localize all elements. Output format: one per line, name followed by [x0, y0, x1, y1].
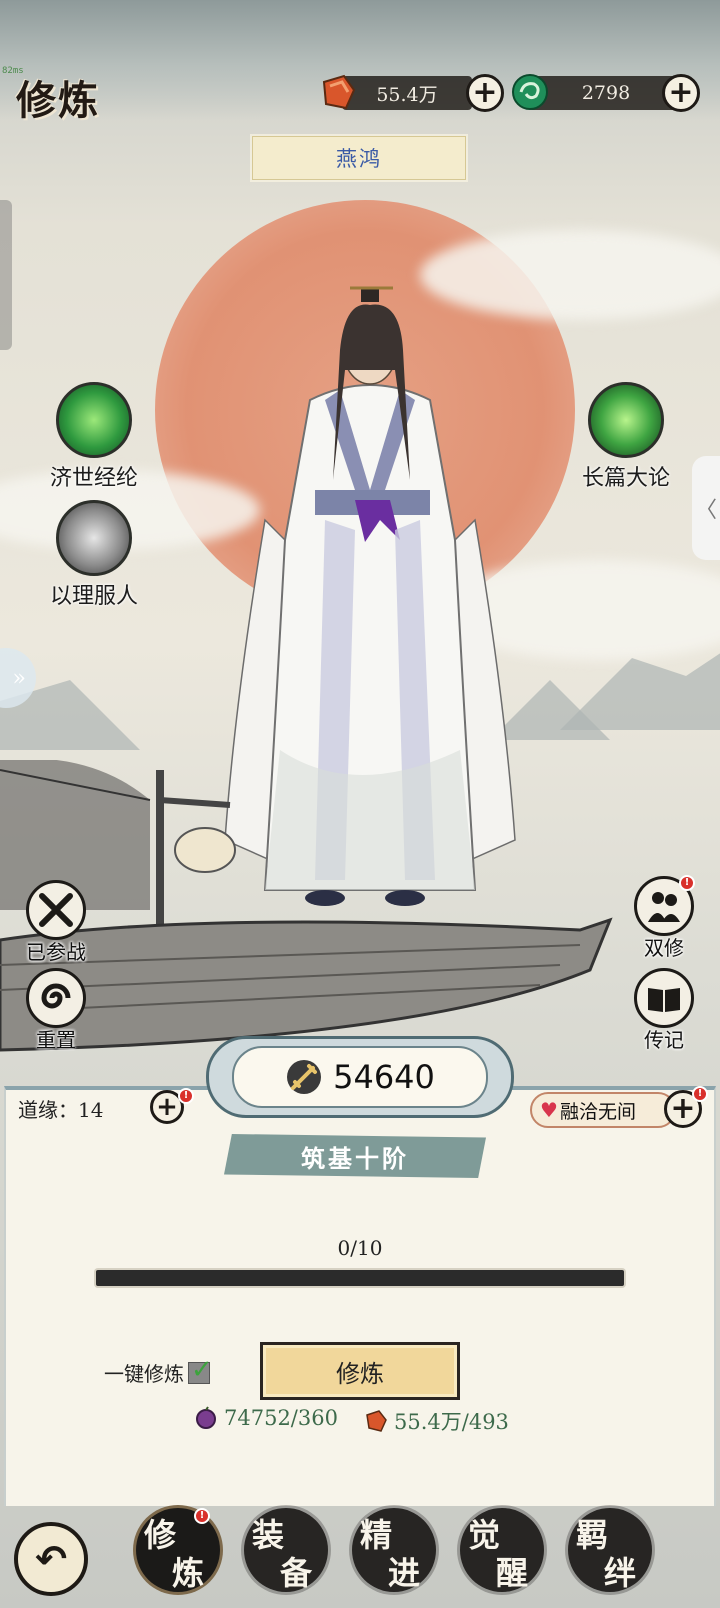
realm-banner: 筑基十阶	[224, 1134, 486, 1178]
skill-changpian-dalun[interactable]: 长篇大论	[556, 382, 696, 492]
notification-dot: !	[692, 1086, 708, 1102]
notification-dot: !	[679, 875, 695, 891]
tab-awaken[interactable]: 觉 醒	[456, 1500, 548, 1596]
battle-status-label: 已参战	[26, 940, 86, 964]
green-lotus-icon	[56, 382, 132, 458]
tab-equipment[interactable]: 装 备	[240, 1500, 332, 1596]
skill-yili-furen[interactable]: 以理服人	[24, 500, 164, 610]
copper-ore-icon	[322, 74, 356, 110]
tab-bond[interactable]: 羁 绊	[564, 1500, 656, 1596]
back-button[interactable]: ↶	[14, 1522, 88, 1596]
harmony-badge[interactable]: ♥ 融洽无间	[530, 1092, 676, 1128]
tab-char-2: 绊	[604, 1554, 637, 1592]
jade-coin-icon	[512, 74, 548, 110]
dao-yuan-count: 道缘：14	[18, 1098, 104, 1122]
add-jade-button[interactable]: +	[662, 74, 700, 112]
cost-value-2: 55.4万/493	[394, 1410, 509, 1434]
cost-item-1: 74752/360	[194, 1406, 338, 1430]
two-people-icon: !	[634, 875, 695, 936]
tab-char-2: 醒	[496, 1554, 529, 1592]
dragon-icon	[56, 500, 132, 576]
tab-cultivate[interactable]: 修 炼 !	[132, 1500, 224, 1596]
tab-char-2: 备	[280, 1554, 313, 1592]
cost-value-1: 74752/360	[224, 1406, 338, 1430]
character-name-plate[interactable]: 燕鸿	[252, 136, 466, 180]
right-expand-tab[interactable]: 〈	[692, 456, 720, 560]
left-edge-handle[interactable]	[0, 200, 12, 350]
reset-button[interactable]: 重置	[16, 968, 96, 1053]
harmony-label: 融洽无间	[559, 1100, 636, 1123]
dual-cultivation-label: 双修	[644, 936, 684, 960]
battle-status-button[interactable]: 已参战	[16, 880, 96, 965]
combat-power-value: 54640	[333, 1058, 435, 1096]
sword-emblem-icon	[287, 1060, 322, 1094]
swirl-icon	[26, 968, 86, 1028]
tab-char-2: 炼	[172, 1554, 205, 1592]
crossed-swords-icon	[26, 880, 86, 940]
one-key-train-toggle[interactable]: 一键修炼 ✓	[104, 1355, 213, 1387]
biography-button[interactable]: 传记	[624, 968, 704, 1053]
notification-dot: !	[178, 1088, 194, 1104]
tab-refine[interactable]: 精 进	[348, 1500, 440, 1596]
open-book-icon	[634, 968, 694, 1028]
check-icon: ✓	[191, 1354, 213, 1385]
cost-item-2: 55.4万/493	[364, 1406, 509, 1436]
currency-copper-value: 55.4万	[342, 76, 472, 110]
train-button[interactable]: 修炼	[260, 1342, 460, 1400]
skill-jishi-jinglun[interactable]: 济世经纶	[24, 382, 164, 492]
copper-ore-icon	[366, 1410, 387, 1432]
page-title: 修炼	[16, 77, 100, 124]
one-key-label: 一键修炼	[104, 1362, 184, 1386]
add-copper-button[interactable]: +	[466, 74, 504, 112]
purple-fruit-icon	[196, 1406, 216, 1429]
skill-label: 以理服人	[49, 584, 138, 609]
notification-dot: !	[194, 1508, 210, 1524]
tab-char-2: 进	[388, 1554, 421, 1592]
one-key-checkbox[interactable]: ✓	[188, 1355, 213, 1385]
reset-label: 重置	[36, 1028, 76, 1052]
heart-icon: ♥	[540, 1098, 558, 1122]
skill-label: 济世经纶	[49, 466, 138, 491]
green-swirl-icon	[588, 382, 664, 458]
currency-jade-value: 2798	[528, 76, 684, 110]
progress-text: 0/10	[337, 1236, 383, 1260]
combat-power: 54640	[232, 1046, 488, 1108]
dual-cultivation-button[interactable]: ! 双修	[624, 875, 704, 961]
progress-bar	[96, 1270, 624, 1286]
skill-label: 长篇大论	[581, 466, 670, 491]
biography-label: 传记	[644, 1028, 684, 1052]
